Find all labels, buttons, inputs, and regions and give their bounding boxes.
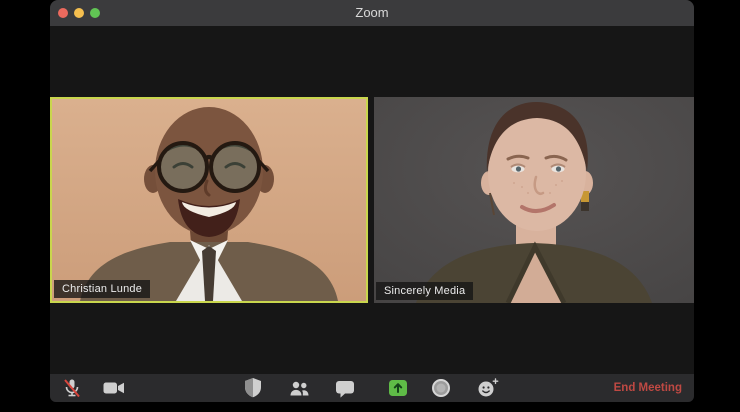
end-meeting-button[interactable]: End Meeting [612,374,684,402]
participant-video-portrait [52,99,366,301]
security-button[interactable] [239,374,267,402]
share-screen-icon [389,380,407,396]
participants-button[interactable] [285,374,313,402]
reactions-button[interactable] [474,374,502,402]
security-shield-icon [245,378,261,398]
video-tile-christian-lunde[interactable]: Christian Lunde [50,97,368,303]
titlebar[interactable]: Zoom [50,0,694,26]
zoom-button[interactable] [90,8,100,18]
record-icon [432,379,450,397]
window-title: Zoom [355,5,389,20]
meeting-toolbar: End Meeting [50,374,694,402]
stop-video-button[interactable] [100,374,128,402]
chat-bubble-icon [336,380,354,398]
record-button[interactable] [427,374,455,402]
share-screen-button[interactable] [384,374,412,402]
participant-name-label: Sincerely Media [376,282,474,300]
unmute-button[interactable] [58,374,86,402]
close-button[interactable] [58,8,68,18]
video-camera-icon [103,382,124,394]
reactions-smiley-icon [478,378,499,397]
participants-icon [290,381,309,396]
chat-button[interactable] [331,374,359,402]
video-tile-sincerely-media[interactable]: Sincerely Media [374,97,694,303]
minimize-button[interactable] [74,8,84,18]
traffic-lights [58,8,100,18]
microphone-muted-icon [64,379,80,398]
participant-video-portrait [374,97,694,303]
participant-name-label: Christian Lunde [54,280,151,298]
zoom-window: Zoom Christian Lunde Sincerely Media End… [50,0,694,402]
